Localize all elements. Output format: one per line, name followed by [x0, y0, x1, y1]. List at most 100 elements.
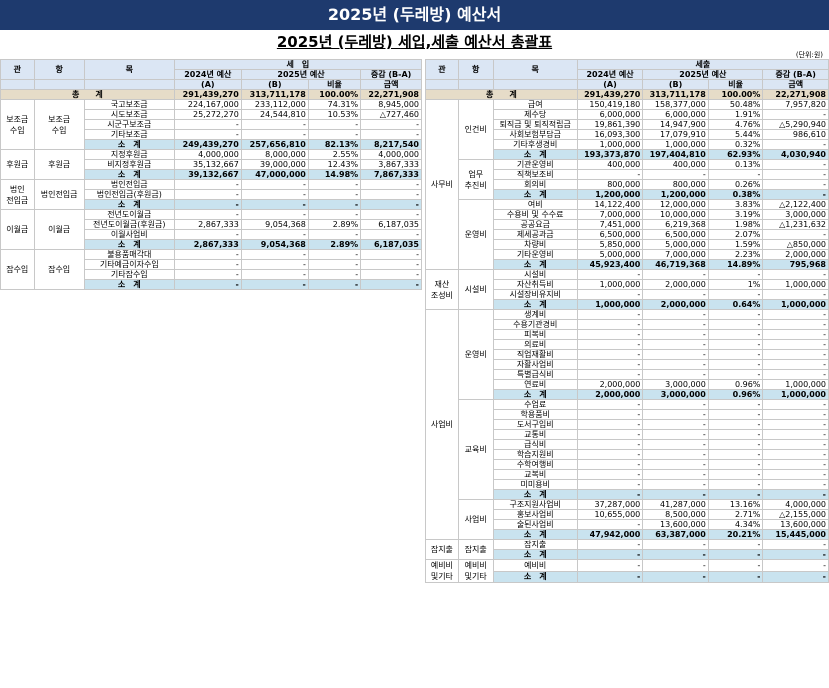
diff: -	[762, 479, 829, 490]
mok-label: 구조지원사업비	[492, 499, 578, 510]
value-2024: 25,272,270	[173, 109, 242, 120]
ratio: -	[307, 269, 362, 280]
ratio: -	[707, 309, 764, 320]
ratio: 0.64%	[707, 299, 764, 310]
ratio: -	[307, 259, 362, 270]
subtotal-label: 소 계	[492, 299, 578, 310]
hang-label: 업무 추진비	[457, 159, 494, 200]
ratio: -	[307, 179, 362, 190]
hang-label: 운영비	[457, 199, 494, 270]
subtotal-label: 소 계	[492, 389, 578, 400]
diff: -	[762, 329, 829, 340]
ratio: -	[707, 549, 764, 560]
ratio: -	[707, 369, 764, 380]
table-row: 관항목세 입	[0, 59, 423, 80]
mok-label: 생계비	[492, 309, 578, 320]
value-2025: 17,079,910	[642, 129, 709, 140]
mok-label: 수학여행비	[492, 459, 578, 470]
value-2024: 2,867,333	[173, 239, 242, 250]
mok-label: 학습지원비	[492, 449, 578, 460]
ratio: -	[707, 429, 764, 440]
hang-label: 인건비	[457, 99, 494, 160]
value-2025: 233,112,000	[240, 99, 309, 110]
value-2025: -	[642, 429, 709, 440]
hang-label: 시설비	[457, 269, 494, 310]
value-2025: -	[642, 359, 709, 370]
ratio: -	[707, 559, 764, 572]
subtotal-label: 소 계	[83, 139, 175, 150]
value-2024: 14,122,400	[576, 199, 644, 210]
value-2024: -	[576, 409, 644, 420]
hang-label: 잡수입	[33, 249, 85, 290]
value-2024: 7,451,000	[576, 219, 644, 230]
header-gwan: 관	[425, 59, 459, 80]
ratio: 0.32%	[707, 139, 764, 150]
value-2024: 37,287,000	[576, 499, 644, 510]
header-mok: 목	[492, 59, 578, 80]
value-2025: 9,054,368	[240, 219, 309, 230]
value-2025: -	[642, 439, 709, 450]
value-2025: -	[642, 459, 709, 470]
value-2025: -	[642, 469, 709, 480]
diff: -	[762, 559, 829, 572]
value-2024: -	[576, 539, 644, 550]
value-2025: 6,500,000	[642, 229, 709, 240]
subtotal-label: 소 계	[492, 549, 578, 560]
value-2025: -	[642, 449, 709, 460]
value-2024: 39,132,667	[173, 169, 242, 180]
header-2024: 2024년 예산	[173, 69, 242, 80]
mok-label: 기타후생경비	[492, 139, 578, 150]
table-row: 운영비 여비 14,122,400 12,000,000 3.83% △2,122,400	[426, 199, 829, 270]
hang-label: 잡지출	[457, 539, 494, 560]
hang-label: 사업비	[457, 499, 494, 540]
diff: -	[762, 549, 829, 560]
value-2024: -	[576, 419, 644, 430]
gwan-label: 법인 전입금	[0, 179, 35, 210]
mok-label: 이월사업비	[83, 229, 175, 240]
ratio: 0.13%	[707, 159, 764, 170]
header-blank	[492, 79, 578, 90]
value-2025: -	[642, 539, 709, 550]
mok-label: 의료비	[492, 339, 578, 350]
value-2025: -	[642, 570, 709, 583]
value-2024: 4,000,000	[173, 149, 242, 160]
value-2024: 224,167,000	[173, 99, 242, 110]
value-2025: 5,000,000	[642, 239, 709, 250]
ratio: 5.44%	[707, 129, 764, 140]
ratio: 2.89%	[307, 239, 362, 250]
diff: 22,271,908	[360, 89, 422, 100]
diff: 1,000,000	[762, 389, 829, 400]
mok-label: 피복비	[492, 329, 578, 340]
diff: -	[360, 179, 422, 190]
value-2025: 6,000,000	[642, 109, 709, 120]
mok-label: 술된사업비	[492, 519, 578, 530]
value-2024: -	[173, 229, 242, 240]
value-2024: -	[173, 199, 242, 210]
hang-label: 법인전입금	[33, 179, 85, 210]
diff: -	[762, 309, 829, 320]
diff: -	[360, 279, 422, 290]
value-2025: -	[642, 309, 709, 320]
mok-label: 연료비	[492, 379, 578, 390]
gwan-label: 잡지출	[425, 539, 459, 560]
header-2025: 2025년 예산	[240, 69, 362, 80]
value-2024: -	[576, 489, 644, 500]
table-row: (A) (B) 비율 금액	[425, 79, 829, 90]
mok-label: 도서구입비	[492, 419, 578, 430]
value-2024: -	[576, 439, 644, 450]
mok-label: 기관운영비	[492, 159, 578, 170]
header-a: (A)	[173, 79, 242, 90]
value-2024: 291,439,270	[173, 89, 242, 100]
header-amount: 금액	[762, 79, 829, 90]
value-2025: 12,000,000	[642, 199, 709, 210]
value-2024: 16,093,300	[576, 129, 644, 140]
header-blank	[457, 79, 494, 90]
value-2024: -	[576, 309, 644, 320]
ratio: -	[707, 289, 764, 300]
mok-label: 퇴직금 및 퇴직적립금	[492, 119, 578, 130]
value-2025: -	[240, 229, 309, 240]
subtotal-label: 소 계	[83, 199, 175, 210]
hang-label: 이월금	[33, 209, 85, 250]
table-row: 총 계 291,439,270 313,711,178 100.00% 22,271,9…	[425, 89, 829, 100]
value-2024: -	[576, 459, 644, 470]
